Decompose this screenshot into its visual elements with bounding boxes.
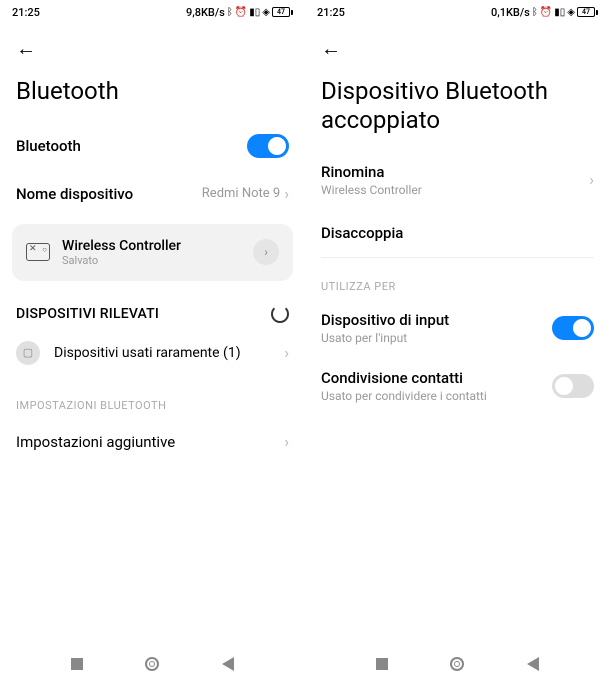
refresh-icon[interactable] — [271, 305, 289, 323]
status-bar: 21:25 0,1KB/s ᛒ ⏰ ▮▯ ◈ 47 — [305, 0, 610, 24]
chevron-right-icon: › — [589, 170, 594, 189]
paired-device-status: Salvato — [62, 254, 241, 267]
use-for-caption: UTILIZZA PER — [305, 258, 610, 299]
unpair-label: Disaccoppia — [321, 224, 403, 242]
nav-back-icon[interactable] — [527, 657, 539, 671]
nav-recent-icon[interactable] — [376, 658, 388, 670]
wifi-icon: ◈ — [262, 7, 270, 18]
chevron-right-icon: › — [284, 184, 289, 203]
chevron-right-icon: › — [284, 432, 289, 451]
status-icons: 9,8KB/s ᛒ ⏰ ▮▯ ◈ 47 — [186, 6, 293, 19]
contact-sharing-label: Condivisione contatti — [321, 369, 552, 387]
contact-sharing-sub: Usato per condividere i contatti — [321, 389, 552, 403]
rename-info: Rinomina Wireless Controller — [321, 163, 589, 197]
paired-device-card[interactable]: Wireless Controller Salvato › — [12, 224, 293, 281]
rarely-used-label: Dispositivi usati raramente (1) — [54, 345, 270, 361]
status-icons: 0,1KB/s ᛒ ⏰ ▮▯ ◈ 47 — [491, 6, 598, 19]
battery-icon: 47 — [272, 7, 293, 17]
device-name-value: Redmi Note 9 › — [202, 184, 289, 203]
rename-row[interactable]: Rinomina Wireless Controller › — [305, 151, 610, 209]
back-row: ← — [0, 24, 305, 69]
input-device-row[interactable]: Dispositivo di input Usato per l'input — [305, 299, 610, 357]
status-net: 0,1KB/s — [491, 6, 530, 19]
device-name-row[interactable]: Nome dispositivo Redmi Note 9 › — [0, 170, 305, 218]
bluetooth-toggle[interactable] — [247, 134, 289, 158]
contact-sharing-toggle[interactable] — [552, 374, 594, 398]
input-device-label: Dispositivo di input — [321, 311, 552, 329]
status-time: 21:25 — [12, 6, 40, 19]
paired-device-name: Wireless Controller — [62, 238, 241, 254]
detected-devices-label: DISPOSITIVI RILEVATI — [16, 306, 159, 322]
nav-recent-icon[interactable] — [71, 658, 83, 670]
signal-icon: ▮▯ — [249, 7, 260, 18]
input-device-info: Dispositivo di input Usato per l'input — [321, 311, 552, 345]
device-generic-icon: ▢ — [16, 341, 40, 365]
contact-sharing-row[interactable]: Condivisione contatti Usato per condivid… — [305, 357, 610, 415]
nav-bar — [305, 649, 610, 679]
bluetooth-label: Bluetooth — [16, 137, 81, 155]
nav-bar — [0, 649, 305, 679]
paired-device-info: Wireless Controller Salvato — [62, 238, 241, 267]
alarm-icon: ⏰ — [235, 7, 247, 18]
gamepad-icon — [26, 243, 50, 261]
nav-home-icon[interactable] — [450, 657, 464, 671]
rename-label: Rinomina — [321, 163, 589, 181]
wifi-icon: ◈ — [567, 7, 575, 18]
back-icon[interactable]: ← — [321, 36, 341, 60]
chevron-right-icon: › — [264, 245, 268, 259]
battery-icon: 47 — [577, 7, 598, 17]
rarely-used-row[interactable]: ▢ Dispositivi usati raramente (1) › — [0, 329, 305, 377]
additional-settings-row[interactable]: Impostazioni aggiuntive › — [0, 418, 305, 466]
alarm-icon: ⏰ — [540, 7, 552, 18]
additional-settings-label: Impostazioni aggiuntive — [16, 433, 175, 451]
bluetooth-icon: ᛒ — [227, 7, 233, 18]
bt-settings-caption: IMPOSTAZIONI BLUETOOTH — [0, 377, 305, 418]
back-icon[interactable]: ← — [16, 36, 36, 60]
bluetooth-toggle-row[interactable]: Bluetooth — [0, 122, 305, 170]
contact-sharing-info: Condivisione contatti Usato per condivid… — [321, 369, 552, 403]
device-detail-button[interactable]: › — [253, 239, 279, 265]
signal-icon: ▮▯ — [554, 7, 565, 18]
input-device-sub: Usato per l'input — [321, 331, 552, 345]
input-device-toggle[interactable] — [552, 316, 594, 340]
rename-value: Wireless Controller — [321, 183, 589, 197]
detected-devices-header: DISPOSITIVI RILEVATI — [0, 287, 305, 329]
nav-back-icon[interactable] — [222, 657, 234, 671]
status-time: 21:25 — [317, 6, 345, 19]
nav-home-icon[interactable] — [145, 657, 159, 671]
screen-paired-device: 21:25 0,1KB/s ᛒ ⏰ ▮▯ ◈ 47 ← Dispositivo … — [305, 0, 610, 687]
back-row: ← — [305, 24, 610, 69]
chevron-right-icon: › — [284, 343, 289, 362]
unpair-row[interactable]: Disaccoppia — [305, 209, 610, 257]
page-title: Dispositivo Bluetooth accoppiato — [305, 69, 610, 151]
status-net: 9,8KB/s — [186, 6, 225, 19]
page-title: Bluetooth — [0, 69, 305, 122]
screen-bluetooth-list: 21:25 9,8KB/s ᛒ ⏰ ▮▯ ◈ 47 ← Bluetooth Bl… — [0, 0, 305, 687]
status-bar: 21:25 9,8KB/s ᛒ ⏰ ▮▯ ◈ 47 — [0, 0, 305, 24]
bluetooth-icon: ᛒ — [532, 7, 538, 18]
device-name-label: Nome dispositivo — [16, 185, 133, 203]
